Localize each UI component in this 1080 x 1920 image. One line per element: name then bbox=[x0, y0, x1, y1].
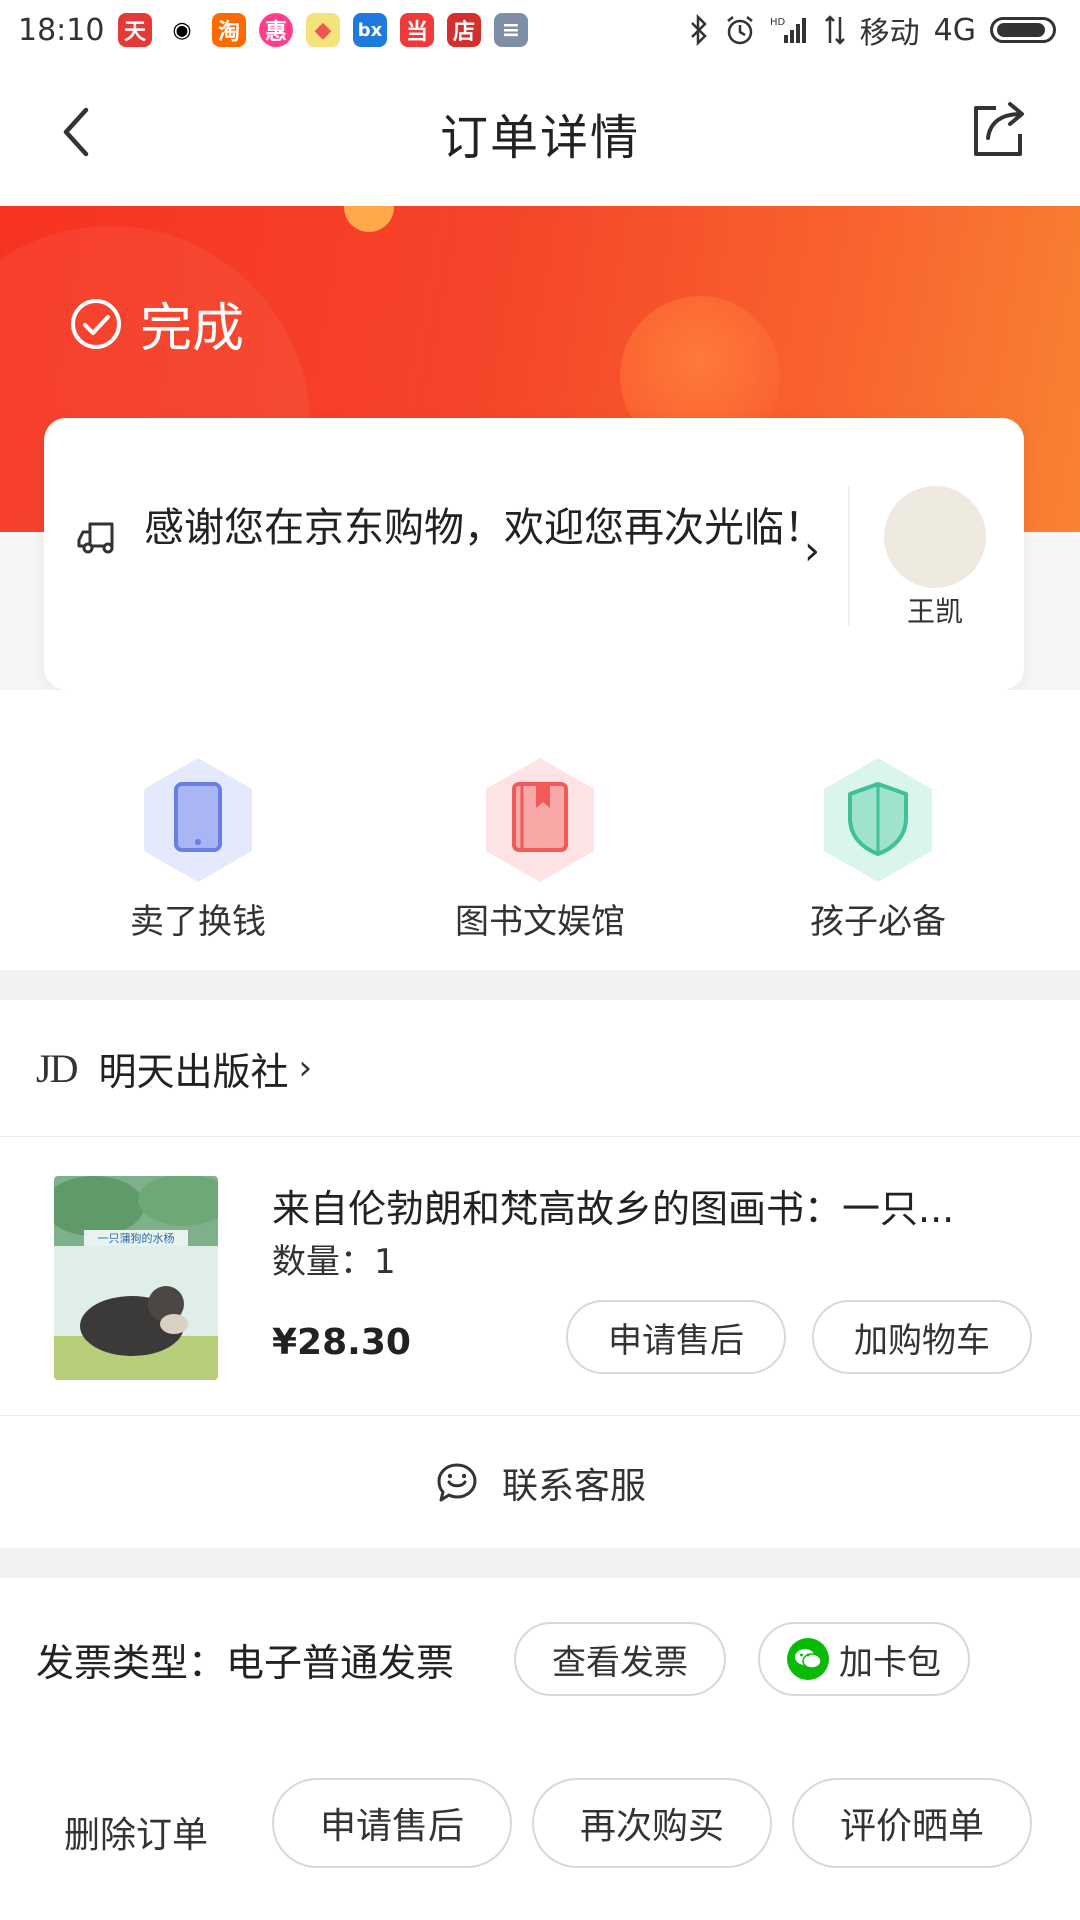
add-to-card-wallet-label: 加卡包 bbox=[839, 1642, 941, 1683]
truck-icon bbox=[77, 522, 114, 554]
section-divider bbox=[0, 970, 1080, 1000]
service-books[interactable]: 图书文娱馆 bbox=[410, 754, 670, 943]
chevron-right-icon: › bbox=[804, 528, 820, 574]
svg-text:HD: HD bbox=[770, 17, 786, 28]
service-shortcuts: 卖了换钱 图书文娱馆 孩子必备 bbox=[0, 690, 1080, 970]
order-status-label: 完成 bbox=[140, 299, 245, 359]
buy-again-button[interactable]: 再次购买 bbox=[532, 1778, 772, 1868]
page-title: 订单详情 bbox=[439, 110, 640, 166]
add-to-card-wallet-button[interactable]: 加卡包 bbox=[758, 1622, 970, 1696]
courier-name: 王凯 bbox=[906, 595, 963, 628]
pink-app-icon: 惠 bbox=[259, 13, 293, 47]
section-divider bbox=[0, 1548, 1080, 1578]
service-kids[interactable]: 孩子必备 bbox=[748, 754, 1008, 943]
banner-decoration bbox=[344, 206, 394, 232]
order-status: 完成 bbox=[70, 286, 244, 361]
alarm-icon bbox=[726, 16, 753, 45]
courier-avatar bbox=[884, 486, 986, 588]
blue-app-icon: bx bbox=[353, 13, 387, 47]
back-icon[interactable] bbox=[50, 104, 106, 160]
product-title[interactable]: 来自伦勃朗和梵高故乡的图画书：一只... bbox=[272, 1178, 1012, 1233]
tablet-icon bbox=[144, 758, 252, 882]
shop-header[interactable]: JD 明天出版社 › bbox=[0, 1000, 1080, 1137]
status-app-icons: 天 ◉ 淘 惠 ◆ bx 当 店 ≡ bbox=[118, 13, 528, 47]
service-label: 卖了换钱 bbox=[130, 902, 266, 942]
product-quantity: 数量：1 bbox=[272, 1242, 396, 1282]
divider bbox=[848, 486, 850, 626]
qq-icon: ◉ bbox=[165, 13, 199, 47]
svg-text:一只蒲狗的水杨: 一只蒲狗的水杨 bbox=[98, 1231, 175, 1245]
after-sale-button[interactable]: 申请售后 bbox=[272, 1778, 512, 1868]
item-after-sale-button[interactable]: 申请售后 bbox=[566, 1300, 786, 1374]
shop-icon: 店 bbox=[447, 13, 481, 47]
status-bar: 18:10 天 ◉ 淘 惠 ◆ bx 当 店 ≡ HD 移动 4G bbox=[0, 0, 1080, 60]
delivery-message: 感谢您在京东购物，欢迎您再次光临！ bbox=[144, 505, 824, 551]
carrier-label: 移动 bbox=[859, 16, 920, 51]
gray-app-icon: ≡ bbox=[494, 13, 528, 47]
check-circle-icon bbox=[71, 298, 121, 349]
chevron-right-icon: › bbox=[298, 1048, 313, 1088]
product-price: ¥28.30 bbox=[272, 1322, 411, 1363]
status-time: 18:10 bbox=[18, 12, 105, 48]
service-label: 图书文娱馆 bbox=[455, 902, 625, 942]
service-label: 孩子必备 bbox=[810, 902, 946, 942]
wechat-icon bbox=[787, 1638, 829, 1680]
bluetooth-icon bbox=[690, 14, 707, 46]
contact-service-button[interactable]: 联系客服 bbox=[0, 1415, 1080, 1549]
network-label: 4G bbox=[933, 12, 976, 48]
order-items: JD 明天出版社 › 一只蒲狗的水杨 来自伦勃朗和梵高故乡的图画书：一只... … bbox=[0, 1000, 1080, 1548]
customer-service-icon bbox=[437, 1463, 477, 1501]
map-app-icon: ◆ bbox=[306, 13, 340, 47]
shield-icon bbox=[824, 758, 932, 882]
taobao-icon: 淘 bbox=[212, 13, 246, 47]
delivery-card[interactable]: 感谢您在京东购物，欢迎您再次光临！ › 王凯 bbox=[44, 418, 1024, 690]
contact-service-label: 联系客服 bbox=[501, 1465, 646, 1507]
add-to-cart-button[interactable]: 加购物车 bbox=[812, 1300, 1032, 1374]
tmall-icon: 天 bbox=[118, 13, 152, 47]
dangdang-icon: 当 bbox=[400, 13, 434, 47]
jd-logo: JD bbox=[36, 1045, 78, 1091]
invoice-row: 发票类型：电子普通发票 查看发票 加卡包 bbox=[0, 1578, 1080, 1735]
shop-name: 明天出版社 bbox=[98, 1049, 289, 1094]
status-right: HD 移动 4G bbox=[688, 8, 1056, 52]
battery-icon bbox=[990, 17, 1056, 43]
signal-icon: HD bbox=[770, 17, 806, 43]
review-button[interactable]: 评价晒单 bbox=[792, 1778, 1032, 1868]
share-icon[interactable] bbox=[966, 98, 1030, 162]
product-image[interactable]: 一只蒲狗的水杨 bbox=[54, 1176, 218, 1380]
view-invoice-button[interactable]: 查看发票 bbox=[514, 1622, 726, 1696]
book-icon bbox=[486, 758, 594, 882]
delete-order-button[interactable]: 删除订单 bbox=[64, 1806, 208, 1858]
bottom-action-bar: 删除订单 申请售后 再次购买 评价晒单 bbox=[0, 1734, 1080, 1920]
invoice-type: 发票类型：电子普通发票 bbox=[36, 1641, 455, 1685]
data-transfer-icon bbox=[824, 15, 845, 45]
nav-bar: 订单详情 bbox=[0, 60, 1080, 206]
service-sell-for-cash[interactable]: 卖了换钱 bbox=[68, 754, 328, 943]
